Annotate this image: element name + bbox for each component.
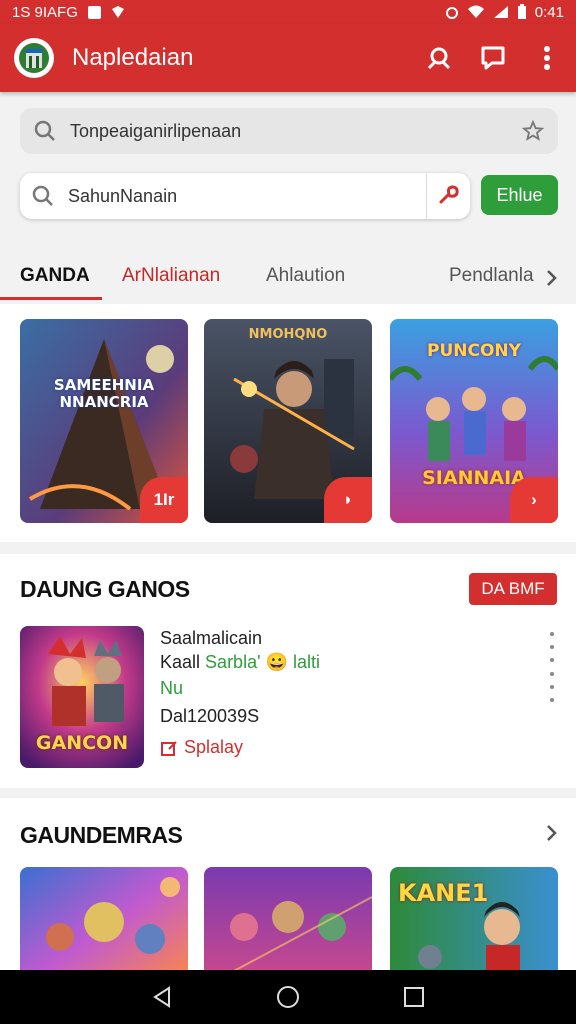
game-carousel: SAMEEHNIA NNANCRIA 1Ir NMOHQNO ◗ PUNCONY… <box>0 304 576 542</box>
more-button[interactable] <box>532 43 562 73</box>
chevron-right-icon[interactable] <box>546 824 558 842</box>
share-button[interactable] <box>424 43 454 73</box>
featured-line1: Saalmalicain <box>160 628 263 648</box>
featured-line3: Nu <box>160 678 184 698</box>
game-card-art <box>204 867 372 987</box>
section-three: GAUNDEMRAS KANE1 <box>0 798 576 987</box>
tab-active-indicator <box>0 297 102 300</box>
chat-button[interactable] <box>478 43 508 73</box>
share-icon <box>427 47 451 70</box>
featured-section: DAUNG GANOS DA BMF GANCON Saalmalicain K… <box>0 554 576 788</box>
section-badge[interactable]: DA BMF <box>469 573 557 605</box>
signal-icon <box>493 6 508 18</box>
alarm-icon <box>445 7 458 19</box>
mic-button[interactable] <box>426 173 470 219</box>
go-button[interactable]: Ehlue <box>481 175 558 215</box>
search-secondary-text: SahunNanain <box>68 185 178 206</box>
app-logo-icon[interactable] <box>14 38 54 78</box>
game-card[interactable] <box>20 867 188 987</box>
home-icon[interactable] <box>276 985 300 1009</box>
mic-icon <box>439 185 459 204</box>
featured-game-logo: GANCON <box>35 732 129 754</box>
tab-arnlalianan[interactable]: ArNlalianan <box>122 265 220 287</box>
app-title: Napledaian <box>72 44 194 71</box>
back-icon[interactable] <box>151 986 173 1008</box>
more-vert-icon[interactable] <box>546 632 558 702</box>
battery-icon <box>517 4 526 19</box>
recents-icon[interactable] <box>403 986 425 1008</box>
search-icon <box>32 185 53 206</box>
game-card-title: NMOHQNO <box>248 327 328 342</box>
edit-icon <box>161 740 177 756</box>
featured-line2-green-end: lalti <box>292 652 320 672</box>
game-card[interactable]: KANE1 <box>390 867 558 987</box>
more-icon <box>544 46 550 70</box>
game-card[interactable] <box>204 867 372 987</box>
app-bar: Napledaian <box>0 24 576 92</box>
section-title: DAUNG GANOS <box>20 576 190 602</box>
shield-icon <box>111 6 124 18</box>
tab-ahlaution[interactable]: Ahlaution <box>266 265 345 287</box>
game-card-title: SAMEEHNIA NNANCRIA <box>53 376 155 411</box>
search-bar-secondary[interactable]: SahunNanain <box>20 173 470 219</box>
tab-pendlanla[interactable]: Pendlanla <box>449 265 534 287</box>
game-card-title: PUNCONY <box>427 341 521 361</box>
status-time-right: 0:41 <box>534 3 564 21</box>
featured-line2-green: Sarbla' <box>205 652 266 672</box>
wifi-icon <box>467 5 484 18</box>
status-bar: 1S 9IAFG 0:41 <box>0 0 576 24</box>
tab-bar: GANDA ArNlalianan Ahlaution Pendlanla <box>0 255 576 301</box>
game-card[interactable]: PUNCONY SIANNAIA › <box>390 319 558 523</box>
game-card-art <box>20 867 188 987</box>
system-nav-bar <box>0 970 576 1024</box>
featured-game-image[interactable]: GANCON <box>20 626 144 768</box>
game-card-badge: ◗ <box>324 477 372 523</box>
game-card-badge: 1Ir <box>140 477 188 523</box>
game-card[interactable]: SAMEEHNIA NNANCRIA 1Ir <box>20 319 188 523</box>
chevron-right-icon[interactable] <box>546 269 558 287</box>
search-bar-primary[interactable]: Tonpeaiganirlipenaan <box>20 108 558 154</box>
section-title: GAUNDEMRAS <box>20 822 183 848</box>
tab-ganda[interactable]: GANDA <box>20 265 90 287</box>
notification-icon <box>87 5 101 19</box>
game-card-badge: › <box>510 477 558 523</box>
featured-action-label: Splalay <box>184 737 244 757</box>
star-icon[interactable] <box>522 120 544 142</box>
featured-line2: Kaall Sarbla' 😀 lalti <box>160 652 320 673</box>
chat-icon <box>481 46 505 70</box>
featured-line2-label: Kaall <box>160 652 201 672</box>
featured-line4: Dal120039S <box>160 706 260 726</box>
search-primary-text: Tonpeaiganirlipenaan <box>70 120 242 141</box>
search-icon <box>34 120 55 141</box>
status-time-left: 1S 9IAFG <box>12 3 78 21</box>
game-card-title: KANE1 <box>398 879 489 907</box>
featured-action-link[interactable]: Splalay <box>160 737 243 758</box>
game-card[interactable]: NMOHQNO ◗ <box>204 319 372 523</box>
screen: 1S 9IAFG 0:41 Napledaian Tonpeaiganirlip… <box>0 0 576 1024</box>
featured-line2-emoji: 😀 <box>265 652 288 672</box>
